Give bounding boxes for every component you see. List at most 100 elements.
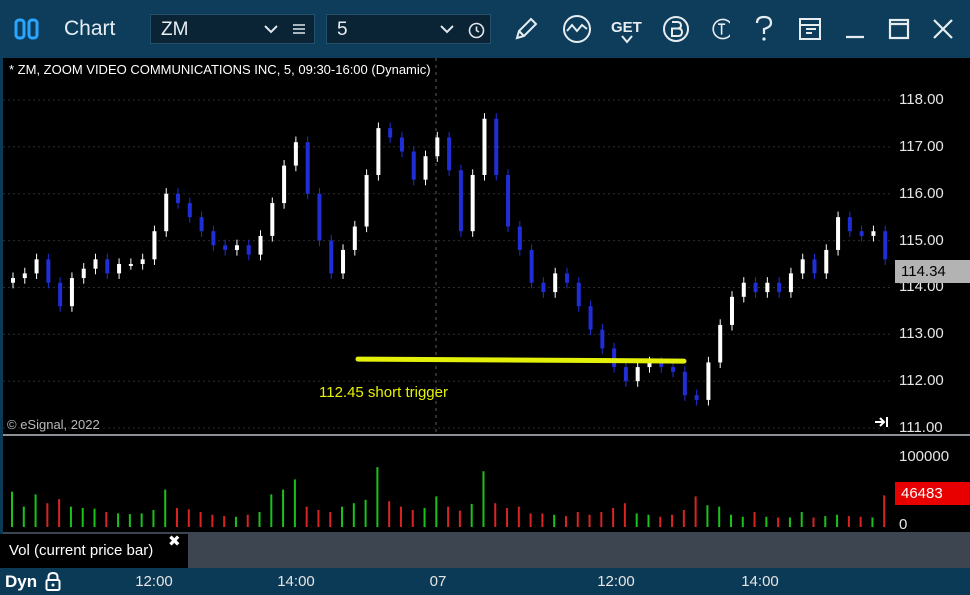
- price-chart[interactable]: [3, 58, 893, 434]
- volume-chart[interactable]: [3, 436, 893, 532]
- volume-study-name: Vol (current price bar): [9, 542, 154, 559]
- candle: [211, 225, 216, 251]
- price-tick-label: 118.00: [899, 91, 944, 108]
- candle: [564, 267, 569, 289]
- get-icon[interactable]: GET: [608, 13, 646, 45]
- list-icon[interactable]: [291, 22, 307, 36]
- volume-bar: [258, 512, 261, 527]
- candle: [140, 253, 145, 270]
- volume-tick-label: 100000: [899, 448, 950, 465]
- symbol-field[interactable]: ZM: [150, 14, 315, 44]
- study-icon[interactable]: [560, 13, 594, 45]
- candle: [81, 263, 86, 284]
- maximize-icon[interactable]: [884, 14, 914, 44]
- candle: [352, 220, 357, 256]
- volume-bar: [635, 513, 638, 527]
- time-tick-label: 12:00: [597, 573, 635, 590]
- volume-bar: [659, 516, 662, 527]
- candle: [517, 220, 522, 256]
- dyn-label[interactable]: Dyn: [5, 572, 37, 592]
- scroll-to-end-icon[interactable]: [873, 414, 891, 430]
- candle: [859, 225, 864, 242]
- time-tick-label: 12:00: [135, 573, 173, 590]
- interval-value: 5: [337, 19, 348, 40]
- candle: [694, 389, 699, 406]
- price-tick-label: 112.00: [899, 372, 944, 390]
- volume-bar: [46, 503, 49, 527]
- volume-bar: [223, 516, 226, 527]
- candle: [612, 342, 617, 373]
- volume-bar: [836, 514, 839, 527]
- volume-bar: [682, 510, 685, 527]
- close-icon[interactable]: [928, 14, 958, 44]
- candle: [317, 188, 322, 247]
- b-badge-icon[interactable]: [660, 13, 692, 45]
- lock-icon[interactable]: [43, 570, 63, 592]
- help-icon[interactable]: [750, 13, 778, 45]
- volume-bar: [541, 513, 544, 527]
- volume-bar: [69, 506, 72, 527]
- current-price-tag: 114.34: [895, 259, 970, 283]
- pencil-icon[interactable]: [510, 14, 542, 44]
- candle: [246, 239, 251, 261]
- candle: [706, 356, 711, 406]
- candle: [117, 258, 122, 280]
- volume-bar: [883, 495, 886, 527]
- volume-bar: [58, 499, 61, 527]
- volume-bar: [612, 507, 615, 527]
- t-badge-icon[interactable]: [706, 13, 730, 45]
- volume-bar: [729, 514, 732, 527]
- candle: [341, 244, 346, 280]
- time-axis[interactable]: Dyn 12:00 14:00 07 12:00 14:00: [0, 568, 970, 595]
- candle: [423, 150, 428, 186]
- clock-icon[interactable]: [467, 21, 485, 39]
- volume-bar: [293, 479, 296, 527]
- volume-bar: [777, 517, 780, 527]
- volume-bar: [458, 510, 461, 527]
- time-tick-label: 14:00: [741, 573, 779, 590]
- chevron-down-icon[interactable]: [439, 23, 455, 35]
- volume-bar: [282, 489, 285, 527]
- candle: [883, 225, 888, 265]
- candle: [152, 225, 157, 265]
- volume-bar: [859, 516, 862, 527]
- candle: [847, 211, 852, 237]
- volume-bar: [34, 494, 37, 527]
- candle: [105, 253, 110, 280]
- candle: [506, 169, 511, 233]
- trigger-line[interactable]: [355, 356, 687, 364]
- layout-icon[interactable]: [796, 14, 824, 44]
- app-logo-icon: [14, 18, 44, 40]
- volume-bar: [788, 517, 791, 527]
- trigger-annotation: 112.45 short trigger: [319, 384, 448, 401]
- candle: [777, 277, 782, 298]
- candle: [541, 277, 546, 298]
- candle: [718, 319, 723, 369]
- volume-bar: [22, 506, 25, 527]
- price-axis[interactable]: 118.00 117.00 116.00 115.00 114.00 113.00 112.…: [893, 58, 970, 436]
- close-study-icon[interactable]: ✖: [168, 532, 181, 550]
- candle: [329, 234, 334, 280]
- candle: [199, 211, 204, 237]
- volume-bar: [270, 494, 273, 527]
- chevron-down-icon[interactable]: [263, 23, 279, 35]
- volume-bar: [435, 496, 438, 527]
- volume-bar: [847, 516, 850, 527]
- candle: [11, 272, 15, 289]
- volume-bar: [824, 516, 827, 527]
- candle: [788, 267, 793, 298]
- volume-study-label[interactable]: Vol (current price bar) ✖: [0, 532, 188, 568]
- interval-field[interactable]: 5: [326, 14, 491, 44]
- price-chart-pane[interactable]: * ZM, ZOOM VIDEO COMMUNICATIONS INC, 5, …: [3, 58, 893, 434]
- time-tick-label: 14:00: [277, 573, 315, 590]
- volume-bar: [140, 513, 143, 527]
- minimize-icon[interactable]: [840, 14, 870, 44]
- volume-pane[interactable]: [3, 436, 893, 532]
- candle: [753, 277, 758, 298]
- volume-bar: [694, 496, 697, 527]
- volume-axis[interactable]: 100000 0 46483: [893, 436, 970, 533]
- volume-bar: [105, 512, 108, 527]
- candle: [399, 131, 404, 158]
- volume-bar: [647, 514, 650, 527]
- candle: [305, 136, 310, 200]
